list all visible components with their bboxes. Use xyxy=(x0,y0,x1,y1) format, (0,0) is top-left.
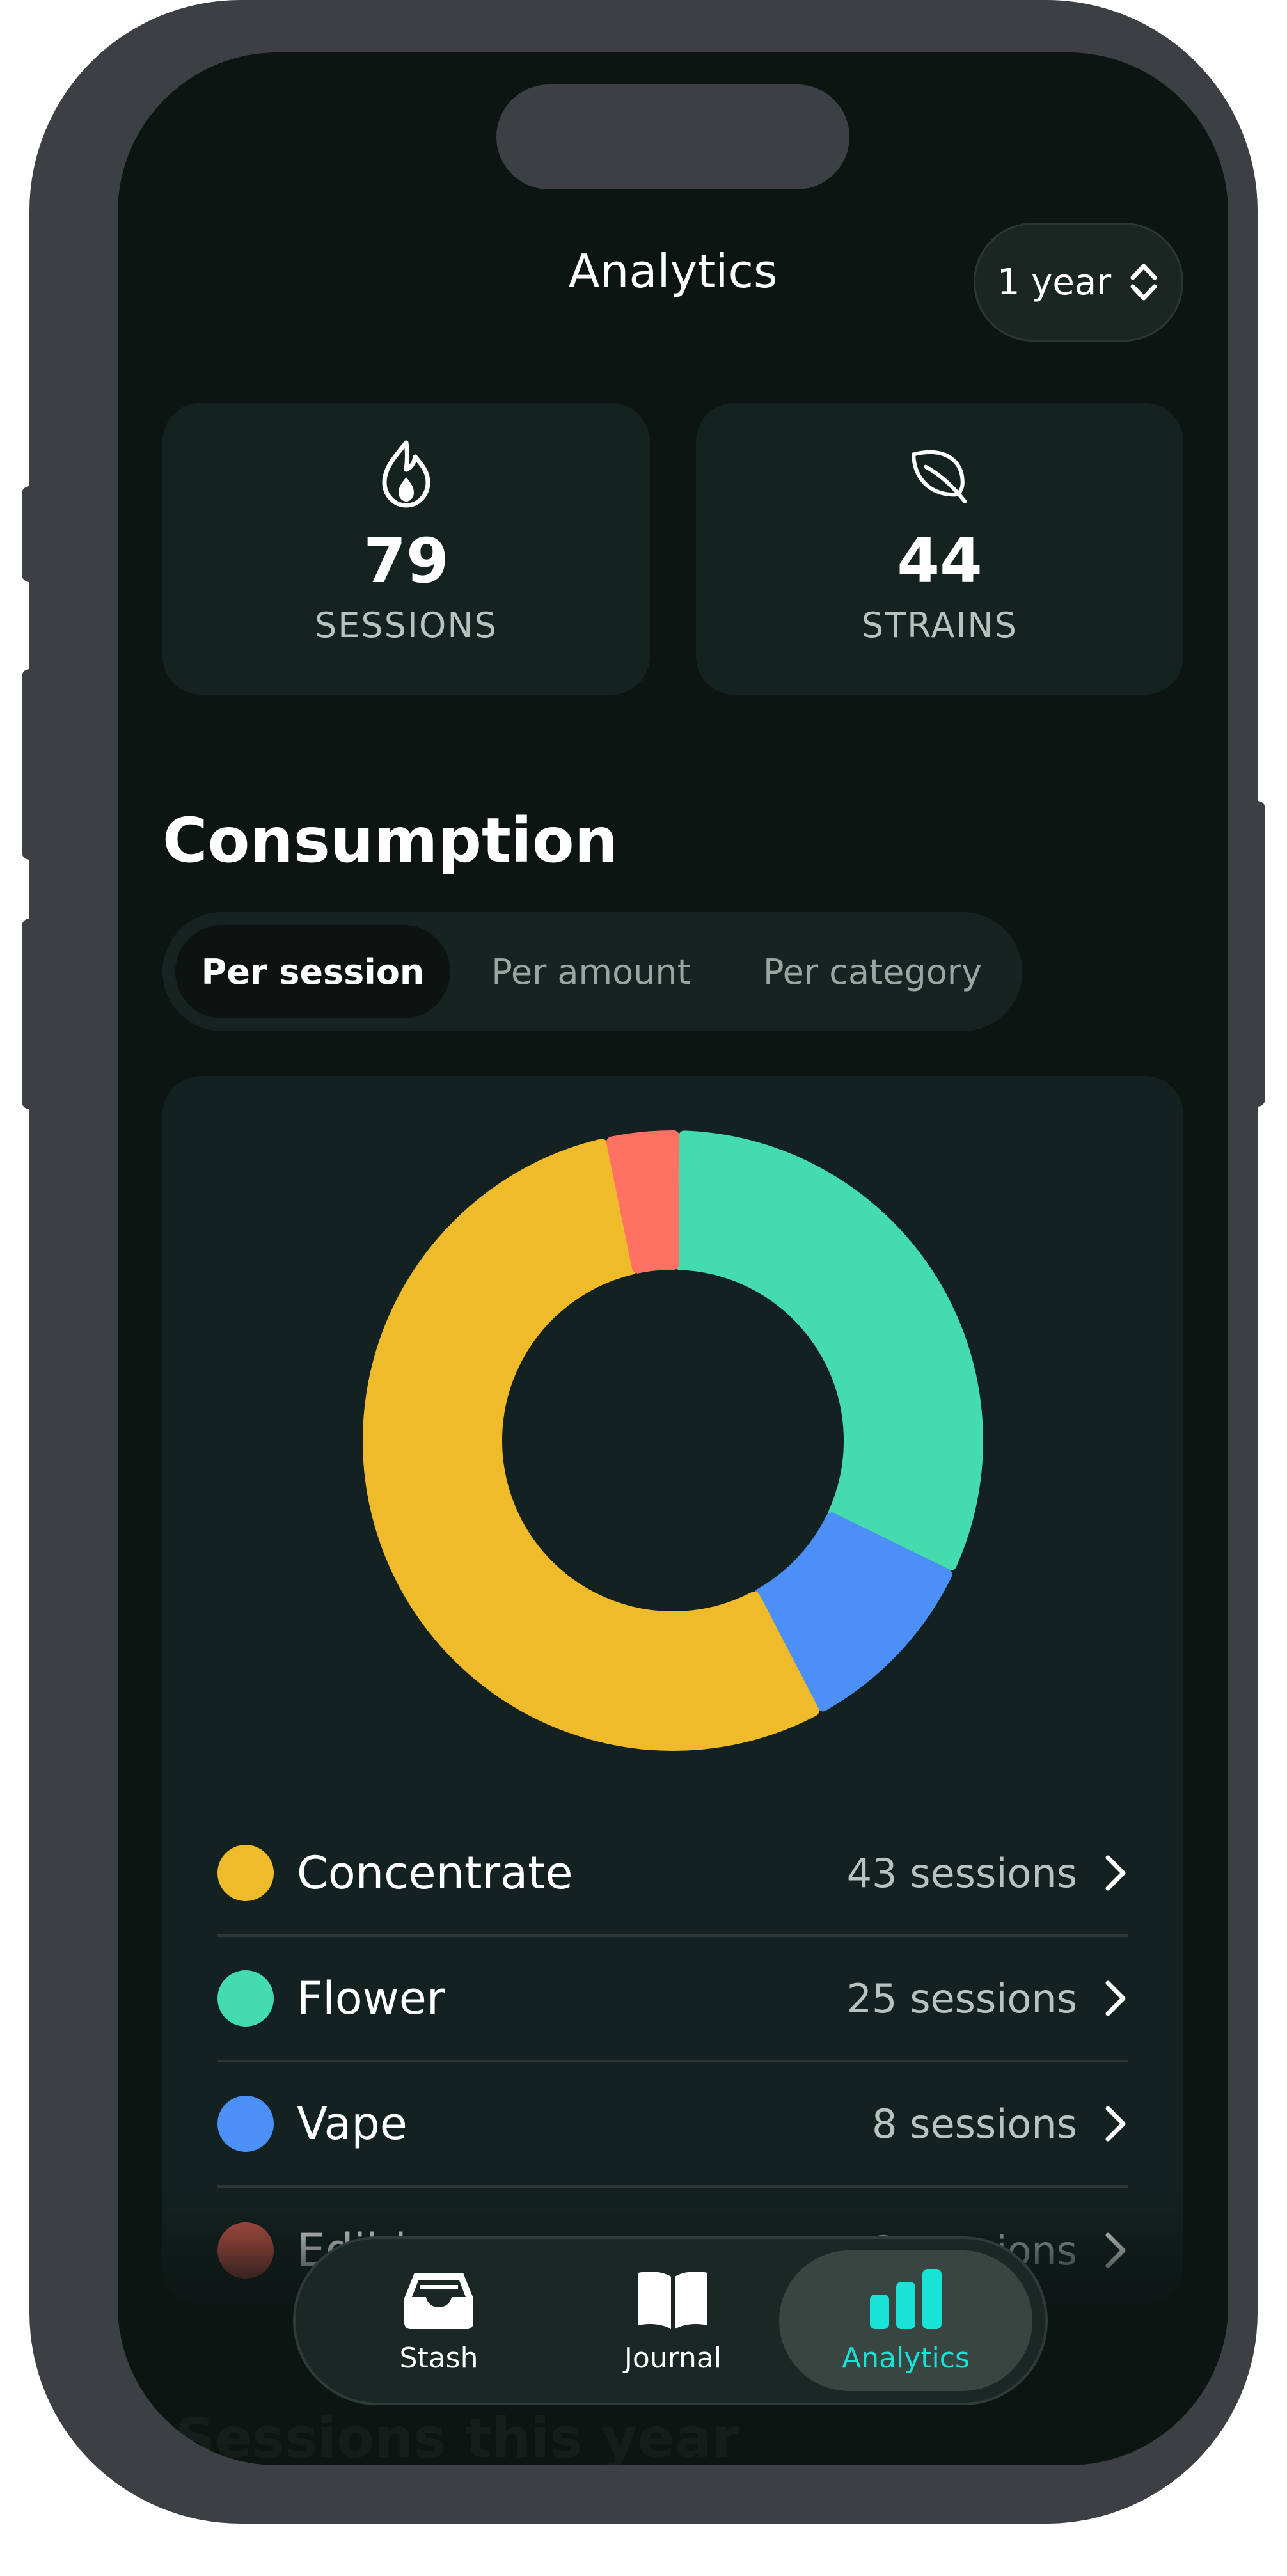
strains-label: STRAINS xyxy=(861,605,1018,645)
chevron-right-icon xyxy=(1105,1855,1126,1891)
app-screen: Analytics 1 year 79 SESSIONS 44 STRAINS xyxy=(118,52,1228,2465)
legend-count: 8 sessions xyxy=(872,2100,1077,2147)
device-volume-up-button xyxy=(22,669,37,860)
chevron-right-icon xyxy=(1105,2232,1126,2268)
time-range-label: 1 year xyxy=(997,261,1112,303)
donut-slice-flower[interactable] xyxy=(674,1130,983,1571)
tab-label: Journal xyxy=(624,2341,722,2375)
legend-dot-flower xyxy=(217,1970,274,2027)
chevron-up-down-icon xyxy=(1130,264,1157,301)
chevron-right-icon xyxy=(1105,2106,1126,2142)
book-icon xyxy=(638,2271,707,2329)
time-range-picker[interactable]: 1 year xyxy=(974,223,1183,342)
leaf-icon xyxy=(911,450,967,503)
chevron-right-icon xyxy=(1105,1980,1126,2016)
legend-dot-vape xyxy=(217,2096,274,2152)
sessions-count: 79 xyxy=(363,525,449,597)
tray-icon xyxy=(404,2272,473,2329)
dynamic-island xyxy=(496,84,849,189)
bar-chart-icon xyxy=(870,2268,942,2329)
legend-count: 43 sessions xyxy=(846,1849,1077,1897)
legend-row-vape[interactable]: Vape 8 sessions xyxy=(217,2062,1128,2188)
tab-journal[interactable]: Journal xyxy=(546,2250,800,2391)
segment-per-category[interactable]: Per category xyxy=(732,925,1013,1018)
tab-label: Analytics xyxy=(842,2341,970,2375)
device-volume-down-button xyxy=(22,919,37,1109)
flame-icon xyxy=(382,440,430,508)
segment-per-session[interactable]: Per session xyxy=(175,925,450,1018)
donut-chart xyxy=(362,1130,983,1751)
device-frame: Analytics 1 year 79 SESSIONS 44 STRAINS xyxy=(29,0,1258,2524)
strains-count: 44 xyxy=(897,525,983,597)
legend-row-concentrate[interactable]: Concentrate 43 sessions xyxy=(217,1812,1128,1937)
strains-stat-card: 44 STRAINS xyxy=(696,403,1183,695)
consumption-title: Consumption xyxy=(162,805,619,876)
consumption-chart-card: Concentrate 43 sessions Flower 25 sessio… xyxy=(162,1076,1183,2304)
sessions-this-year-title: Sessions this year xyxy=(175,2406,739,2465)
legend-row-flower[interactable]: Flower 25 sessions xyxy=(217,1937,1128,2062)
legend-label: Flower xyxy=(297,1972,445,2025)
legend-dot-concentrate xyxy=(217,1845,274,1901)
legend-label: Concentrate xyxy=(297,1847,573,1899)
tab-analytics[interactable]: Analytics xyxy=(779,2250,1032,2391)
device-power-button xyxy=(1250,801,1265,1107)
segment-per-amount[interactable]: Per amount xyxy=(457,925,725,1018)
sessions-label: SESSIONS xyxy=(314,605,498,645)
consumption-segmented-control: Per session Per amount Per category xyxy=(162,912,1022,1031)
device-action-button xyxy=(22,486,37,582)
legend-count: 25 sessions xyxy=(846,1975,1077,2022)
legend-label: Vape xyxy=(297,2098,407,2150)
tab-bar: Stash Journal Analytics xyxy=(293,2236,1048,2405)
legend-dot-edible xyxy=(217,2222,274,2279)
tab-stash[interactable]: Stash xyxy=(312,2250,565,2391)
tab-label: Stash xyxy=(399,2341,478,2375)
sessions-stat-card: 79 SESSIONS xyxy=(162,403,650,695)
